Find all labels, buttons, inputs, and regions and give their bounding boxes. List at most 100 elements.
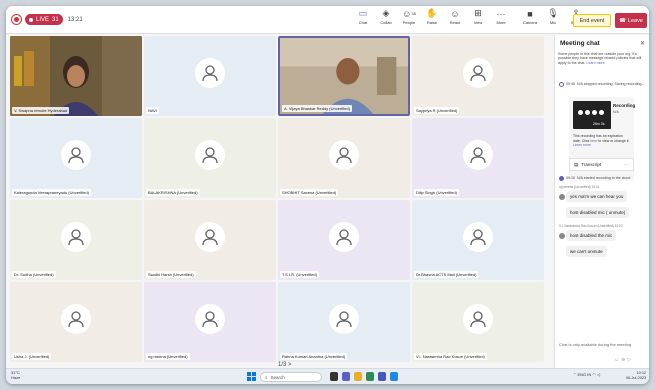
- file-explorer-icon[interactable]: [354, 372, 362, 381]
- close-icon[interactable]: ✕: [640, 40, 645, 47]
- participant-video-tile[interactable]: A. Vijaya Bhaskar Reddy (Unverified): [278, 36, 410, 116]
- participant-tile[interactable]: BALAKRISHNA (Unverified): [144, 118, 276, 198]
- default-avatar-icon: [463, 57, 493, 88]
- expiration-tail: to view or change it.: [598, 138, 630, 143]
- recording-stopped-event: 09:45 N/A stopped recording. Saving reco…: [559, 82, 645, 87]
- participant-tile[interactable]: T.S.I.R. (Unverified): [278, 200, 410, 280]
- teams-window: LIVE 31 13:21 ▭ Chat ◈ Collab ☺ 38 People ✋ R…: [6, 6, 649, 384]
- camera-button[interactable]: ■ Camera: [520, 8, 540, 26]
- people-count: 38: [411, 11, 416, 16]
- chrome-icon[interactable]: [366, 372, 374, 381]
- participant-name: Dr. Sudha (Unverified): [12, 271, 56, 278]
- toolbar-buttons: ▭ Chat ◈ Collab ☺ 38 People ✋ Raise ☺ React ⊞ V…: [353, 8, 589, 25]
- outlook-icon[interactable]: [390, 372, 398, 381]
- search-label: Search: [270, 374, 285, 380]
- participant-tile[interactable]: ng meena (Unverified): [144, 282, 276, 362]
- view-label: View: [473, 20, 483, 25]
- end-event-button[interactable]: End event: [573, 14, 611, 27]
- participant-name: Rahna Kumari Anantha (Unverified): [280, 353, 348, 360]
- default-avatar-icon: [195, 57, 225, 88]
- expiration-learn-link[interactable]: Learn more: [573, 143, 591, 147]
- system-tray[interactable]: ⌃ ENG IN ◠ ◁: [573, 372, 600, 377]
- transcript-icon: ▤: [574, 161, 579, 167]
- windows-start-icon[interactable]: [247, 372, 256, 381]
- recording-started-event: 09:10 N/A started recording to the cloud: [559, 176, 645, 181]
- chat-message: host disabled mic ( unmute): [566, 207, 630, 218]
- mic-button[interactable]: 🎙 Mic: [543, 8, 563, 25]
- meeting-timer: 13:21: [67, 16, 83, 23]
- more-icon[interactable]: ···: [625, 162, 630, 167]
- external-notice: Some people in this chat are outside you…: [558, 52, 646, 65]
- participant-name: V.I. Narasimha Rao Kosuri (Unverified): [414, 353, 487, 360]
- participant-tile[interactable]: Dr.Bhavna ACTS Mali (Unverified): [412, 200, 544, 280]
- more-button[interactable]: ··· More: [491, 8, 511, 26]
- view-icon: ⊞: [474, 8, 482, 18]
- participant-tile[interactable]: Swathi Harsh (Unverified): [144, 200, 276, 280]
- expiration-here-link[interactable]: here: [590, 139, 597, 143]
- view-button[interactable]: ⊞ View: [468, 8, 488, 25]
- participant-tile[interactable]: Dr. Sudha (Unverified): [10, 200, 142, 280]
- taskbar-search[interactable]: ⌕ Search: [260, 372, 322, 382]
- chat-button[interactable]: ▭ Chat: [353, 8, 373, 25]
- participant-tile[interactable]: V.I. Narasimha Rao Kosuri (Unverified): [412, 282, 544, 362]
- more-label: More: [496, 20, 506, 25]
- chat-message: host disabled the mic: [566, 230, 617, 241]
- video-grid: V. Swapna remote Hyderabad NAVI A. Vijaya …: [10, 36, 546, 362]
- participant-tile[interactable]: Dilip Singh (Unverified): [412, 118, 544, 198]
- region: IN: [587, 372, 592, 377]
- participant-name: A. Vijaya Bhaskar Reddy (Unverified): [282, 105, 352, 112]
- task-view-icon[interactable]: [330, 372, 338, 381]
- participant-name: NAVI: [146, 107, 160, 114]
- participant-tile[interactable]: Usha J. (Unverified): [10, 282, 142, 362]
- participant-name: Dilip Singh (Unverified): [414, 189, 459, 196]
- raise-label: Raise: [426, 20, 438, 25]
- shield-icon: [12, 15, 21, 24]
- taskbar-clock[interactable]: 10:12 06-Jul-2023: [626, 371, 646, 381]
- participant-video-tile[interactable]: V. Swapna remote Hyderabad: [10, 36, 142, 116]
- participant-tile[interactable]: Rahna Kumari Anantha (Unverified): [278, 282, 410, 362]
- participant-name: V. Swapna remote Hyderabad: [12, 107, 70, 114]
- participant-tile[interactable]: Kaleragonda Veerapraneyadu (Unverified): [10, 118, 142, 198]
- collab-icon: ◈: [382, 8, 390, 18]
- raise-hand-button[interactable]: ✋ Raise: [422, 8, 442, 25]
- hand-icon: ✋: [426, 8, 438, 18]
- event-time: 09:10: [566, 176, 575, 180]
- event-text: N/A stopped recording. Saving recording.…: [577, 82, 645, 86]
- more-icon: ···: [496, 8, 506, 19]
- teams-icon[interactable]: [342, 372, 350, 381]
- default-avatar-icon: [61, 303, 91, 334]
- camera-icon: ■: [527, 8, 533, 19]
- people-button[interactable]: ☺ 38 People: [399, 8, 419, 26]
- participant-name: ng meena (Unverified): [146, 353, 190, 360]
- participant-name: SHOBHIT Saxena (Unverified): [280, 189, 339, 196]
- transcript-button[interactable]: ▤ Transcript ···: [569, 158, 634, 171]
- leave-button[interactable]: ☎ Leave: [615, 13, 647, 28]
- volume-icon: ◁: [597, 372, 601, 377]
- default-avatar-icon: [195, 221, 225, 252]
- transcript-label: Transcript: [581, 162, 602, 167]
- participant-name: Usha J. (Unverified): [12, 353, 52, 360]
- weather-widget[interactable]: 31°C Haze: [11, 370, 20, 381]
- collab-button[interactable]: ◈ Collab: [376, 8, 396, 25]
- recording-thumbnail[interactable]: 26m 3s: [573, 101, 611, 129]
- recording-count: 31: [52, 16, 59, 23]
- send-icon[interactable]: ▷: [627, 357, 633, 363]
- learn-more-link[interactable]: Learn more: [586, 61, 604, 65]
- mic-label: Mic: [549, 20, 557, 25]
- participant-tile[interactable]: NAVI: [144, 36, 276, 116]
- clock-date: 06-Jul-2023: [626, 375, 647, 380]
- participant-tile[interactable]: SHOBHIT Saxena (Unverified): [278, 118, 410, 198]
- default-avatar-icon: [195, 303, 225, 334]
- default-avatar-icon: [463, 221, 493, 252]
- recording-sub: N/A: [613, 110, 619, 114]
- expiration-note: This recording has an expiration date. C…: [573, 134, 631, 148]
- default-avatar-icon: [329, 139, 359, 170]
- record-dot-icon: [29, 17, 33, 22]
- chat-label: Chat: [358, 20, 368, 25]
- react-label: React: [449, 20, 461, 25]
- event-text: N/A started recording to the cloud: [577, 176, 631, 180]
- avatar: [559, 194, 565, 200]
- react-button[interactable]: ☺ React: [445, 8, 465, 26]
- teams-app-icon[interactable]: [378, 372, 386, 381]
- participant-tile[interactable]: Saypriya R (Unverified): [412, 36, 544, 116]
